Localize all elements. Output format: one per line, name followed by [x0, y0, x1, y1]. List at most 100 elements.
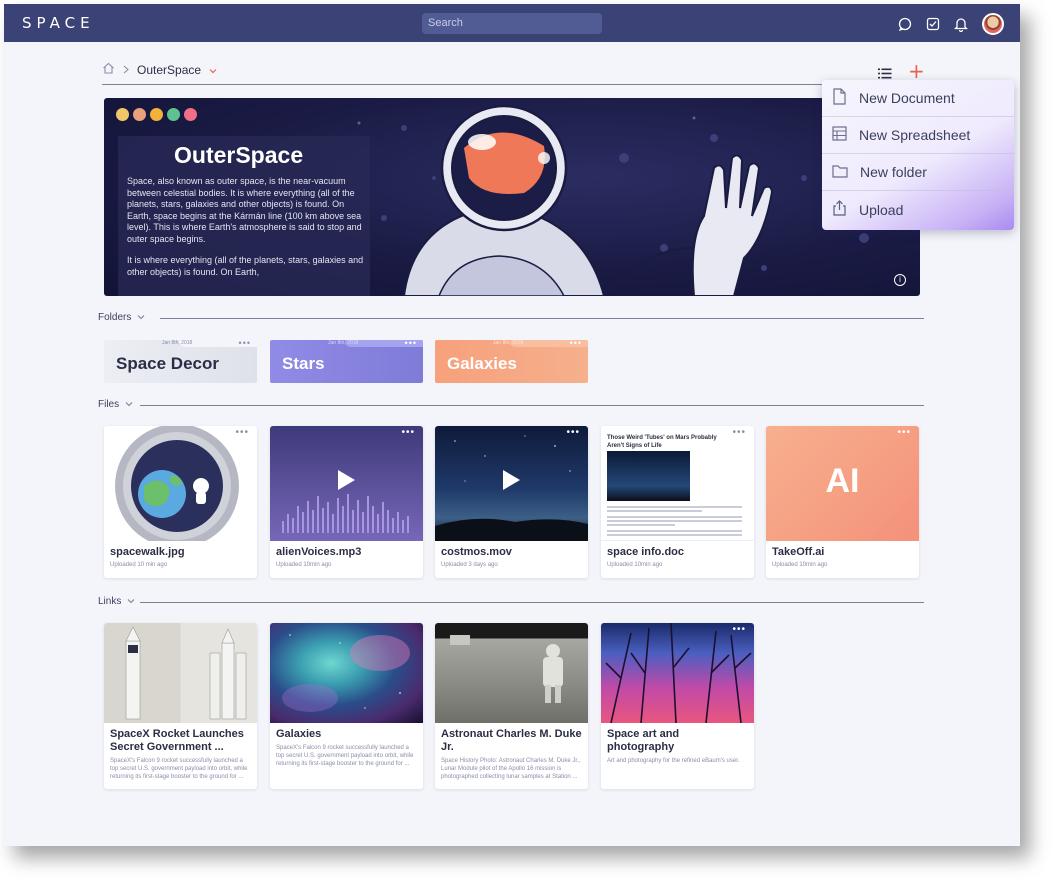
link-card[interactable]: Galaxies SpaceX's Falcon 9 rocket succes…	[270, 623, 423, 789]
chevron-right-icon	[123, 63, 129, 77]
more-options-icon[interactable]: •••	[732, 427, 746, 438]
app-logo[interactable]: SPACE	[22, 14, 95, 32]
folder-card[interactable]: Jan 8th, 2018 ••• Galaxies	[435, 340, 588, 383]
folder-date: Jan 8th, 2018	[328, 340, 359, 346]
folder-name: Space Decor	[116, 354, 219, 373]
section-title: Folders	[98, 312, 132, 323]
link-description: Art and photography for the refined eBau…	[607, 758, 740, 764]
menu-item-new-folder[interactable]: New folder	[822, 154, 1014, 191]
link-thumbnail	[435, 623, 588, 723]
menu-item-new-document[interactable]: New Document	[822, 80, 1014, 117]
rocket-image	[125, 626, 247, 720]
file-card[interactable]: ••• alienVoices.mp3 Uploaded 10min ago	[270, 426, 423, 578]
collaborator-avatars	[116, 108, 197, 121]
app-window: SPACE Search OuterSpace + OuterSpace Spa…	[4, 4, 1020, 846]
menu-item-label: New folder	[860, 164, 927, 180]
file-card[interactable]: ••• spacewalk.jpg Uploaded 10 min ago	[104, 426, 257, 578]
chevron-down-icon[interactable]	[209, 63, 217, 77]
chat-icon[interactable]	[898, 17, 912, 31]
file-thumbnail	[435, 426, 588, 541]
collaborator-avatar[interactable]	[150, 108, 163, 121]
more-options-icon[interactable]: •••	[405, 340, 417, 348]
more-options-icon[interactable]: •••	[401, 427, 415, 438]
folder-icon	[832, 164, 848, 181]
search-input[interactable]: Search	[422, 13, 602, 34]
home-icon[interactable]	[102, 62, 115, 77]
link-description: SpaceX's Falcon 9 rocket successfully la…	[276, 745, 414, 767]
link-card[interactable]: Astronaut Charles M. Duke Jr. Space Hist…	[435, 623, 588, 789]
new-item-menu: New Document New Spreadsheet New folder …	[822, 80, 1014, 230]
bell-icon[interactable]	[954, 17, 968, 32]
files-section-header[interactable]: Files	[98, 399, 133, 410]
nebula-image	[282, 634, 410, 712]
link-title: Galaxies	[276, 728, 322, 740]
section-title: Files	[98, 399, 120, 410]
add-collaborator-icon[interactable]	[184, 108, 197, 121]
file-name: TakeOff.ai	[772, 546, 825, 558]
more-options-icon[interactable]: •••	[566, 427, 580, 438]
more-options-icon[interactable]: •••	[239, 340, 251, 348]
more-options-icon[interactable]: •••	[570, 340, 582, 348]
file-card[interactable]: ••• costmos.mov Uploaded 3 days ago	[435, 426, 588, 578]
link-title: SpaceX Rocket Launches Secret Government…	[110, 728, 244, 753]
link-title: Astronaut Charles M. Duke Jr.	[441, 728, 582, 753]
hero-banner: OuterSpace Space, also known as outer sp…	[104, 98, 920, 296]
link-thumbnail	[601, 623, 754, 723]
top-bar: SPACE Search	[4, 4, 1020, 42]
folder-name: Galaxies	[447, 354, 517, 373]
collaborator-avatar[interactable]	[116, 108, 129, 121]
top-bar-icons	[898, 13, 1004, 35]
breadcrumb-current[interactable]: OuterSpace	[137, 63, 201, 77]
link-description: SpaceX's Falcon 9 rocket successfully la…	[110, 758, 248, 780]
more-options-icon[interactable]: •••	[732, 624, 746, 635]
user-avatar[interactable]	[982, 13, 1004, 35]
chevron-down-icon	[137, 312, 145, 323]
file-card[interactable]: Those Weird 'Tubes' on Mars Probably Are…	[601, 426, 754, 578]
moon-astronaut-image	[450, 635, 563, 703]
link-card[interactable]: SpaceX Rocket Launches Secret Government…	[104, 623, 257, 789]
file-name: costmos.mov	[441, 546, 512, 558]
hero-description: Space, also known as outer space, is the…	[127, 176, 369, 278]
folder-date: Jan 8th, 2018	[493, 340, 524, 346]
trees-sky-image	[605, 623, 752, 723]
spacewalk-image	[115, 426, 239, 541]
info-icon[interactable]: i	[894, 274, 906, 286]
file-meta: Uploaded 3 days ago	[441, 562, 498, 568]
file-card[interactable]: AI ••• TakeOff.ai Uploaded 10min ago	[766, 426, 919, 578]
menu-item-label: New Document	[859, 90, 955, 106]
play-icon[interactable]	[503, 470, 520, 490]
hero-paragraph-2: It is where everything (all of the plane…	[127, 255, 364, 277]
file-thumbnail	[104, 426, 257, 541]
menu-item-upload[interactable]: Upload	[822, 191, 1014, 228]
breadcrumb: OuterSpace	[102, 62, 217, 77]
file-meta: Uploaded 10min ago	[276, 562, 332, 568]
links-section-header[interactable]: Links	[98, 596, 135, 607]
add-plus-icon[interactable]: +	[908, 61, 925, 81]
file-meta: Uploaded 10min ago	[772, 562, 828, 568]
folder-card[interactable]: Jan 8th, 2018 ••• Stars	[270, 340, 423, 383]
menu-item-new-spreadsheet[interactable]: New Spreadsheet	[822, 117, 1014, 154]
breadcrumb-divider	[102, 84, 924, 85]
folder-card[interactable]: Jan 8th, 2018 ••• Space Decor	[104, 340, 257, 383]
collaborator-avatar[interactable]	[133, 108, 146, 121]
document-icon	[832, 88, 847, 108]
hero-paragraph-1: Space, also known as outer space, is the…	[127, 176, 362, 244]
chevron-down-icon	[125, 399, 133, 410]
link-thumbnail	[270, 623, 423, 723]
ai-badge: AI	[825, 462, 860, 500]
more-options-icon[interactable]: •••	[235, 427, 249, 438]
link-description: Space History Photo: Astronaut Charles M…	[441, 758, 581, 780]
folders-section-header[interactable]: Folders	[98, 312, 145, 323]
file-name: space info.doc	[607, 546, 685, 558]
more-options-icon[interactable]: •••	[897, 427, 911, 438]
doc-text-lines	[607, 506, 742, 536]
files-divider	[140, 405, 924, 406]
link-thumbnail	[104, 623, 257, 723]
folder-name: Stars	[282, 354, 325, 373]
tasks-icon[interactable]	[926, 17, 940, 31]
doc-image	[607, 451, 690, 501]
collaborator-avatar[interactable]	[167, 108, 180, 121]
link-card[interactable]: ••• Space art and photography Art and ph…	[601, 623, 754, 789]
play-icon[interactable]	[338, 470, 355, 490]
hero-title: OuterSpace	[174, 142, 304, 168]
